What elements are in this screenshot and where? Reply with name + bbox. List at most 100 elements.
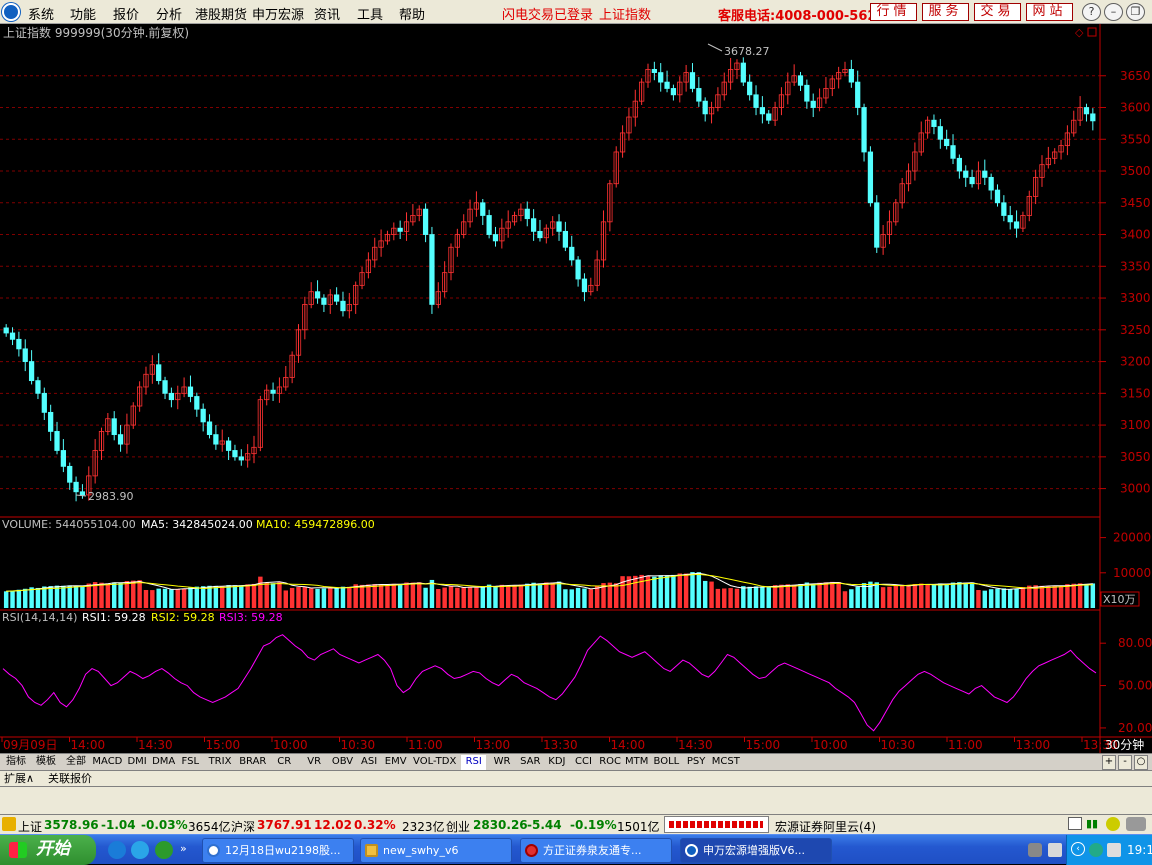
indicator-tab-fsl[interactable]: FSL [178,755,203,770]
keyboard-icon[interactable] [1028,843,1042,857]
media-icon[interactable] [155,841,173,859]
volume-bar [111,582,117,608]
indicator-tab-macd[interactable]: MACD [92,755,123,770]
volume-bar [1039,585,1045,608]
indicator-tab-vr[interactable]: VR [300,755,328,770]
website-button[interactable]: 网站 [1026,3,1073,21]
menu-news[interactable]: 资讯 [314,4,340,23]
volume-bar [677,573,682,608]
volume-bar [334,587,339,608]
indicator-tab-指标[interactable]: 指标 [2,755,30,770]
volume-bar [734,588,740,608]
network-icon[interactable] [1107,843,1121,857]
indicator-tab-mtm[interactable]: MTM [624,755,649,770]
period-label[interactable]: 30分钟 [1105,737,1144,752]
expand-tab[interactable]: 扩展∧ [4,772,34,786]
candle-body [22,348,28,362]
ie-icon[interactable] [108,841,126,859]
help-circle-icon[interactable]: ? [1082,3,1101,21]
chart-area[interactable]: 3000 3050 3100 3150 3200 3250 3300 3350 3400 3450… [0,24,1152,754]
expand-icon[interactable]: ◇ [1075,26,1084,39]
lock-icon[interactable] [1126,817,1146,831]
menu-hk-futures[interactable]: 港股期货 [195,4,247,23]
menu-help[interactable]: 帮助 [399,4,425,23]
market-status-bar: 上证 3578.96 -1.04 -0.03% 3654亿 沪深 3767.91… [0,814,1152,834]
volume-tick-label: 10000 [1113,566,1151,580]
start-button[interactable]: 开始 [0,835,96,865]
outlook-icon[interactable] [131,841,149,859]
volume-bar [493,586,498,608]
indicator-tab-全部[interactable]: 全部 [62,755,90,770]
indicator-tab-模板[interactable]: 模板 [32,755,60,770]
volume-bar [417,582,422,608]
indicator-tab-wr[interactable]: WR [488,755,516,770]
indicator-tab-mcst[interactable]: MCST [710,755,741,770]
menu-quote[interactable]: 报价 [113,4,139,23]
volume-bar [544,582,549,608]
volume-bar [105,583,111,608]
trade-button[interactable]: 交易 [974,3,1021,21]
indicator-tab-trix[interactable]: TRIX [205,755,236,770]
minimize-icon[interactable]: – [1104,3,1123,21]
candle-body [651,69,657,73]
volume-bar [779,584,784,608]
tray-expand-icon[interactable]: ‹ [1071,842,1085,856]
indicator-tab-brar[interactable]: BRAR [237,755,268,770]
app-icon [525,844,538,857]
kline-chart[interactable]: 3000 3050 3100 3150 3200 3250 3300 3350 3400 3450… [0,24,1152,754]
indicator-tab-vol-tdx[interactable]: VOL-TDX [410,755,459,770]
indicator-tab-dmi[interactable]: DMI [125,755,150,770]
reset-icon[interactable]: ○ [1134,755,1148,770]
volume-bar [1007,588,1013,608]
start-label: 开始 [36,839,70,859]
menu-swhy[interactable]: 申万宏源 [252,4,304,23]
candle-body [867,151,874,204]
indicator-tab-dma[interactable]: DMA [151,755,176,770]
task-1[interactable]: 12月18日wu2198股... [202,838,354,863]
volume-bar [404,582,409,608]
volume-bar [10,590,15,608]
task-3[interactable]: 方正证券泉友通专... [520,838,672,863]
indicator-tab-emv[interactable]: EMV [383,755,408,770]
menu-tools[interactable]: 工具 [357,4,383,23]
menu-function[interactable]: 功能 [70,4,96,23]
candle-body [67,465,73,483]
menu-system[interactable]: 系统 [28,4,54,23]
indicator-tab-psy[interactable]: PSY [684,755,709,770]
volume-bar [1084,583,1089,608]
indicator-tab-obv[interactable]: OBV [330,755,355,770]
alert-icon[interactable] [1106,817,1120,831]
shield-icon[interactable] [1089,843,1103,857]
candle-body [429,234,435,305]
indicator-tab-boll[interactable]: BOLL [651,755,682,770]
restore-icon[interactable]: ❐ [1126,3,1145,21]
task-4[interactable]: 申万宏源增强版V6... [680,838,832,863]
indicator-tab-rsi[interactable]: RSI [461,755,486,770]
indicator-tab-cci[interactable]: CCI [571,755,596,770]
indicator-tab-cr[interactable]: CR [270,755,298,770]
volume-bar [378,584,384,608]
service-button[interactable]: 服务 [922,3,969,21]
price-tick-label: 3050 [1120,450,1151,464]
quote-button[interactable]: 行情 [870,3,917,21]
related-quote-tab[interactable]: 关联报价 [48,772,92,786]
indicator-tab-roc[interactable]: ROC [598,755,623,770]
zoom-out-icon[interactable]: - [1118,755,1132,770]
volume-bar [315,588,320,608]
indicator-tab-asi[interactable]: ASI [357,755,382,770]
ime-icon[interactable] [1048,843,1062,857]
login-status: 闪电交易已登录 [502,8,594,23]
quicklaunch-expand-icon[interactable]: » [180,842,187,855]
volume-bar [461,587,466,608]
zoom-in-icon[interactable]: + [1102,755,1116,770]
volume-bar [575,587,581,608]
time-tick-label: 14:30 [678,738,713,752]
task-2[interactable]: new_swhy_v6 [360,838,512,863]
menu-analysis[interactable]: 分析 [156,4,182,23]
volume-bar [817,582,822,608]
indicator-tab-kdj[interactable]: KDJ [545,755,570,770]
indicator-tab-sar[interactable]: SAR [518,755,543,770]
volume-bar [957,582,962,608]
volume-bar [791,584,797,608]
window-icon[interactable] [1068,817,1082,830]
